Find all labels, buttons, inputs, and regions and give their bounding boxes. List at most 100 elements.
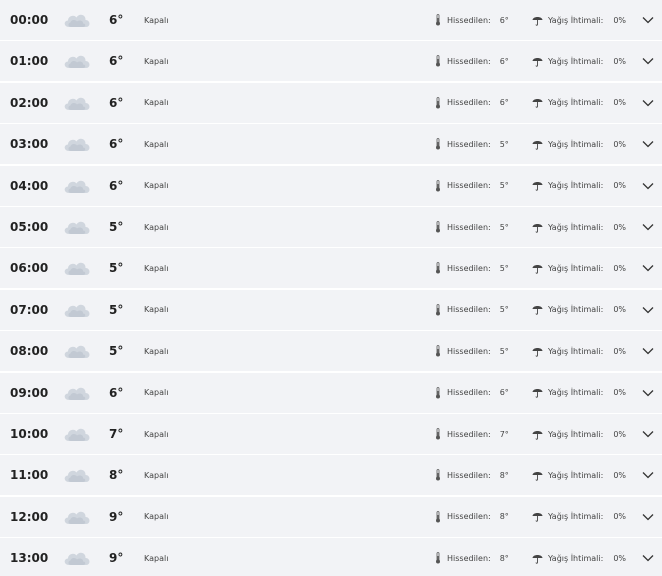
- cloud-icon: [62, 83, 92, 123]
- hour-condition: Kapalı: [144, 56, 169, 66]
- rain-probability: Yağış İhtimali: 0%: [548, 455, 626, 495]
- rain-probability-label: Yağış İhtimali:: [548, 263, 604, 273]
- hour-condition: Kapalı: [144, 305, 169, 315]
- cloud-icon: [62, 124, 92, 164]
- hourly-forecast-row[interactable]: 09:00 6° Kapalı Hissedilen: 6° Yağış İht…: [0, 372, 662, 413]
- feels-like-label: Hissedilen:: [447, 388, 491, 398]
- umbrella-icon: [532, 331, 543, 371]
- rain-probability: Yağış İhtimali: 0%: [548, 124, 626, 164]
- feels-like: Hissedilen: 8°: [447, 497, 509, 537]
- umbrella-icon: [532, 41, 543, 81]
- hour-temperature: 6°: [109, 54, 124, 69]
- umbrella-icon: [532, 83, 543, 123]
- hour-condition: Kapalı: [144, 98, 169, 108]
- feels-like-value: 5°: [499, 346, 509, 356]
- feels-like: Hissedilen: 8°: [447, 538, 509, 576]
- thermometer-icon: [435, 248, 441, 288]
- rain-probability-value: 0%: [613, 222, 627, 232]
- feels-like: Hissedilen: 6°: [447, 41, 509, 81]
- chevron-down-icon[interactable]: [642, 331, 656, 371]
- thermometer-icon: [435, 497, 441, 537]
- thermometer-icon: [435, 0, 441, 40]
- hour-temperature: 7°: [109, 427, 124, 441]
- hour-condition: Kapalı: [144, 553, 169, 563]
- feels-like-value: 7°: [499, 429, 509, 439]
- feels-like-label: Hissedilen:: [447, 56, 491, 66]
- hour-condition: Kapalı: [144, 181, 169, 191]
- hourly-forecast-row[interactable]: 13:00 9° Kapalı Hissedilen: 8° Yağış İht…: [0, 538, 662, 576]
- rain-probability: Yağış İhtimali: 0%: [548, 248, 626, 288]
- feels-like: Hissedilen: 5°: [447, 248, 509, 288]
- hour-temperature: 5°: [109, 302, 124, 317]
- hour-condition: Kapalı: [144, 388, 169, 398]
- hourly-forecast-row[interactable]: 07:00 5° Kapalı Hissedilen: 5° Yağış İht…: [0, 289, 662, 330]
- hourly-forecast-row[interactable]: 05:00 5° Kapalı Hissedilen: 5° Yağış İht…: [0, 207, 662, 247]
- chevron-down-icon[interactable]: [642, 0, 656, 40]
- feels-like-value: 5°: [499, 305, 509, 315]
- chevron-down-icon[interactable]: [642, 538, 656, 576]
- cloud-icon: [62, 455, 92, 495]
- chevron-down-icon[interactable]: [642, 124, 656, 164]
- umbrella-icon: [532, 497, 543, 537]
- rain-probability-label: Yağış İhtimali:: [548, 388, 604, 398]
- chevron-down-icon[interactable]: [642, 414, 656, 454]
- chevron-down-icon[interactable]: [642, 207, 656, 247]
- feels-like-value: 5°: [499, 139, 509, 149]
- hourly-forecast-row[interactable]: 01:00 6° Kapalı Hissedilen: 6° Yağış İht…: [0, 41, 662, 82]
- feels-like-value: 8°: [499, 553, 509, 563]
- rain-probability-label: Yağış İhtimali:: [548, 139, 604, 149]
- hourly-forecast-row[interactable]: 06:00 5° Kapalı Hissedilen: 5° Yağış İht…: [0, 248, 662, 289]
- feels-like-value: 5°: [499, 263, 509, 273]
- thermometer-icon: [435, 207, 441, 247]
- chevron-down-icon[interactable]: [642, 41, 656, 81]
- hour-time: 13:00: [10, 551, 49, 566]
- hour-temperature: 6°: [109, 95, 124, 110]
- feels-like-label: Hissedilen:: [447, 305, 491, 315]
- cloud-icon: [62, 331, 92, 371]
- chevron-down-icon[interactable]: [642, 373, 656, 413]
- chevron-down-icon[interactable]: [642, 248, 656, 288]
- feels-like-value: 5°: [499, 181, 509, 191]
- thermometer-icon: [435, 83, 441, 123]
- rain-probability: Yağış İhtimali: 0%: [548, 83, 626, 123]
- chevron-down-icon[interactable]: [642, 83, 656, 123]
- umbrella-icon: [532, 248, 543, 288]
- umbrella-icon: [532, 455, 543, 495]
- thermometer-icon: [435, 166, 441, 206]
- chevron-down-icon[interactable]: [642, 290, 656, 330]
- feels-like: Hissedilen: 5°: [447, 166, 509, 206]
- umbrella-icon: [532, 414, 543, 454]
- hour-time: 06:00: [10, 261, 49, 276]
- hourly-forecast-row[interactable]: 00:00 6° Kapalı Hissedilen: 6° Yağış İht…: [0, 0, 662, 40]
- rain-probability: Yağış İhtimali: 0%: [548, 41, 626, 81]
- feels-like-label: Hissedilen:: [447, 553, 491, 563]
- feels-like-value: 5°: [499, 222, 509, 232]
- hourly-forecast-row[interactable]: 12:00 9° Kapalı Hissedilen: 8° Yağış İht…: [0, 496, 662, 537]
- cloud-icon: [62, 248, 92, 288]
- rain-probability-label: Yağış İhtimali:: [548, 222, 604, 232]
- hourly-forecast-row[interactable]: 04:00 6° Kapalı Hissedilen: 5° Yağış İht…: [0, 165, 662, 206]
- feels-like-label: Hissedilen:: [447, 98, 491, 108]
- chevron-down-icon[interactable]: [642, 455, 656, 495]
- hourly-forecast-row[interactable]: 10:00 7° Kapalı Hissedilen: 7° Yağış İht…: [0, 414, 662, 454]
- rain-probability-value: 0%: [613, 98, 627, 108]
- umbrella-icon: [532, 166, 543, 206]
- feels-like-label: Hissedilen:: [447, 15, 491, 25]
- thermometer-icon: [435, 331, 441, 371]
- feels-like-label: Hissedilen:: [447, 470, 491, 480]
- hourly-forecast-row[interactable]: 08:00 5° Kapalı Hissedilen: 5° Yağış İht…: [0, 331, 662, 372]
- feels-like-value: 8°: [499, 512, 509, 522]
- hourly-forecast-row[interactable]: 11:00 8° Kapalı Hissedilen: 8° Yağış İht…: [0, 455, 662, 496]
- hour-temperature: 9°: [109, 551, 124, 566]
- rain-probability-value: 0%: [613, 139, 627, 149]
- rain-probability-value: 0%: [613, 346, 627, 356]
- chevron-down-icon[interactable]: [642, 497, 656, 537]
- hourly-forecast-row[interactable]: 02:00 6° Kapalı Hissedilen: 6° Yağış İht…: [0, 82, 662, 123]
- hour-temperature: 6°: [109, 385, 124, 400]
- hour-condition: Kapalı: [144, 346, 169, 356]
- feels-like-label: Hissedilen:: [447, 346, 491, 356]
- hourly-forecast-row[interactable]: 03:00 6° Kapalı Hissedilen: 5° Yağış İht…: [0, 124, 662, 165]
- rain-probability: Yağış İhtimali: 0%: [548, 166, 626, 206]
- cloud-icon: [62, 290, 92, 330]
- chevron-down-icon[interactable]: [642, 166, 656, 206]
